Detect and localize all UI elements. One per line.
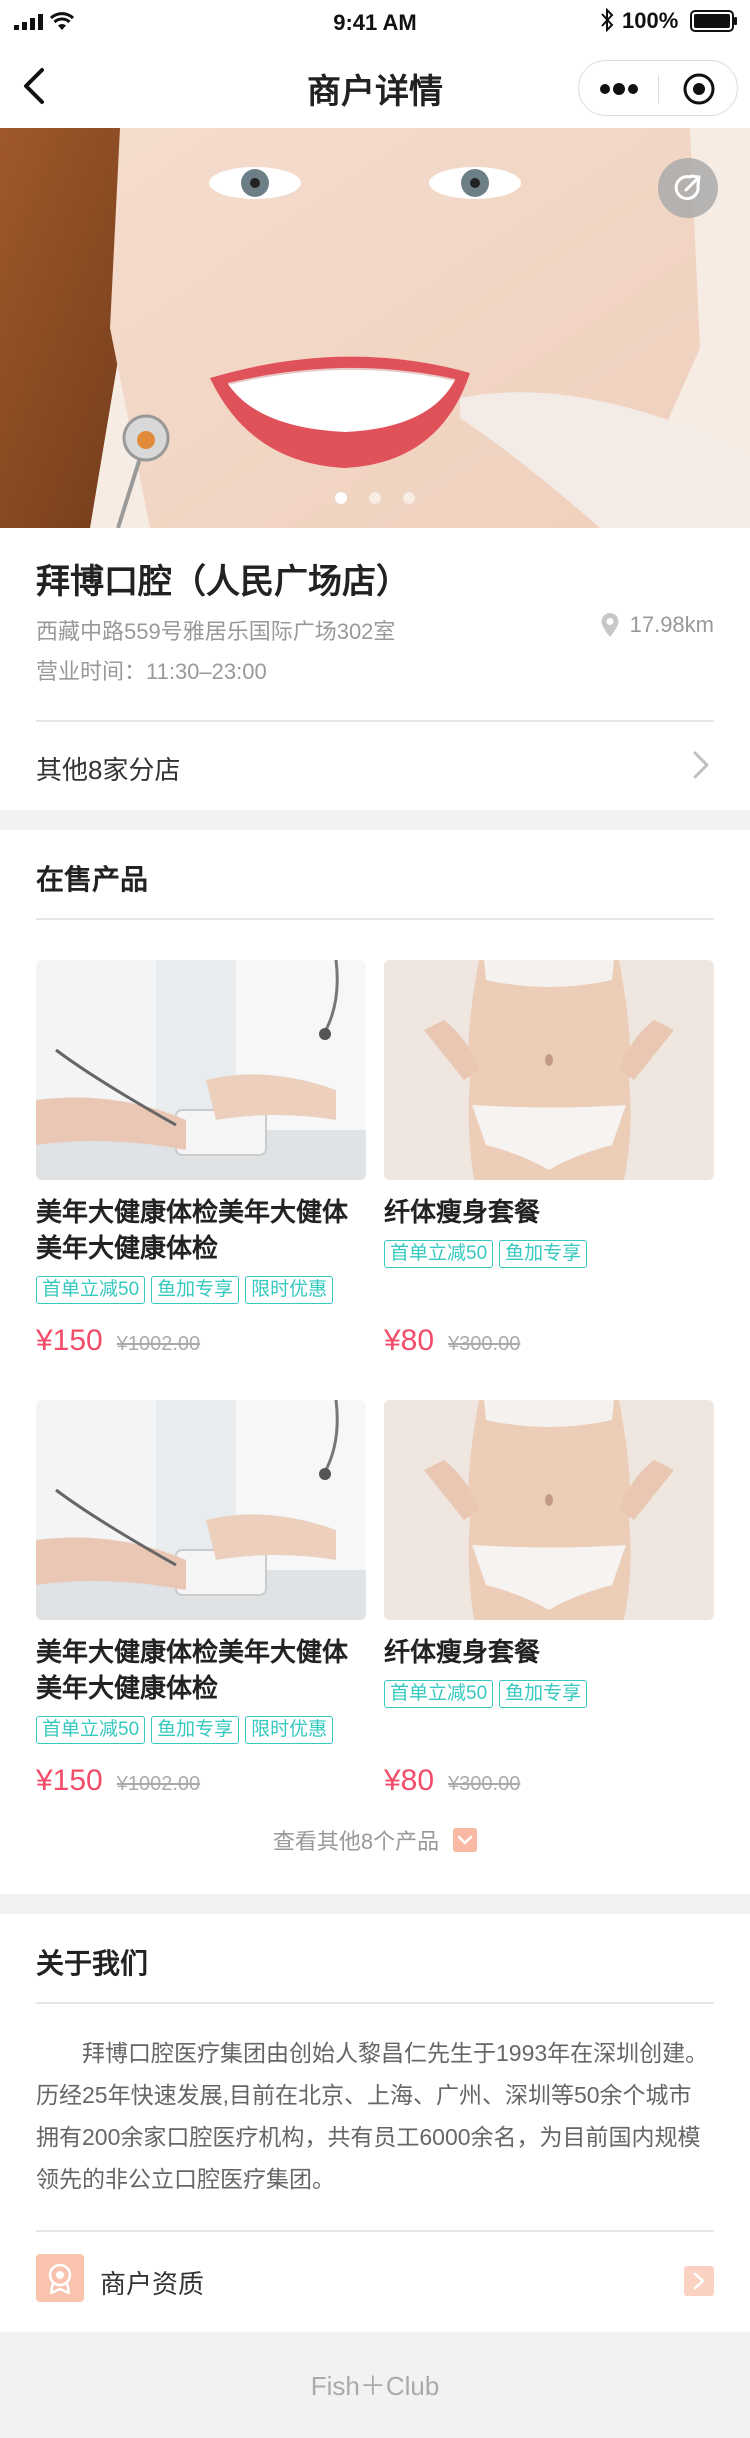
footer: Fish＋Club: [0, 2332, 750, 2438]
product-price: ¥150: [36, 1324, 103, 1357]
mini-program-capsule: [578, 60, 738, 116]
more-button[interactable]: [579, 61, 659, 117]
footer-brand: Fish＋Club: [310, 2371, 440, 2401]
price-row: ¥80 ¥300.00: [384, 1324, 520, 1358]
product-image: [384, 1400, 714, 1620]
share-icon: [674, 174, 701, 201]
hero-banner[interactable]: [0, 128, 750, 528]
location-pin-icon: [601, 613, 619, 637]
carousel-dot[interactable]: [335, 492, 347, 504]
product-price: ¥80: [384, 1324, 435, 1357]
product-tag: 鱼加专享: [151, 1716, 240, 1744]
original-price: ¥300.00: [448, 1773, 521, 1795]
slimming-image: [384, 1400, 714, 1620]
carousel-dot[interactable]: [403, 492, 415, 504]
distance-text: 17.98km: [629, 612, 714, 637]
checkup-image: [36, 960, 366, 1180]
merchant-qualification-row[interactable]: 商户资质: [0, 2232, 750, 2332]
other-branches-row[interactable]: 其他8家分店: [0, 722, 750, 810]
about-section-title: 关于我们: [36, 1948, 149, 1979]
product-tags: 首单立减50 鱼加专享 限时优惠: [36, 1276, 334, 1304]
merchant-qualification-label: 商户资质: [100, 2269, 205, 2299]
product-tag: 限时优惠: [245, 1276, 334, 1304]
store-name: 拜博口腔（人民广场店）: [36, 563, 410, 601]
product-price: ¥80: [384, 1764, 435, 1797]
product-tag: 鱼加专享: [499, 1240, 588, 1268]
share-button[interactable]: [658, 158, 718, 218]
product-title: 纤体瘦身套餐: [384, 1637, 541, 1667]
view-more-products-label: 查看其他8个产品: [272, 1829, 440, 1854]
carousel-dot[interactable]: [369, 492, 381, 504]
product-title: 纤体瘦身套餐: [384, 1197, 541, 1227]
chevron-down-icon: [453, 1828, 478, 1852]
product-card[interactable]: 美年大健康体检美年大健体美年大健康体检 首单立减50 鱼加专享 限时优惠 ¥15…: [36, 1400, 366, 1800]
battery-percent: 100%: [622, 8, 679, 33]
divider: [36, 918, 714, 920]
more-dots-icon: [600, 83, 638, 95]
carousel-indicator: [0, 492, 750, 504]
price-row: ¥150 ¥1002.00: [36, 1764, 200, 1798]
battery-icon: [690, 10, 737, 32]
slimming-image: [384, 960, 714, 1180]
price-row: ¥150 ¥1002.00: [36, 1324, 200, 1358]
price-row: ¥80 ¥300.00: [384, 1764, 520, 1798]
nav-bar: 商户详情: [0, 44, 750, 128]
product-image: [36, 1400, 366, 1620]
product-tags: 首单立减50 鱼加专享 限时优惠: [36, 1716, 334, 1744]
section-gap: [0, 1894, 750, 1914]
chevron-right-icon: [684, 2266, 714, 2296]
about-text: 拜博口腔医疗集团由创始人黎昌仁先生于1993年在深圳创建。历经25年快速发展,目…: [36, 2040, 709, 2192]
store-hours: 营业时间：11:30–23:00: [36, 659, 267, 684]
product-card[interactable]: 纤体瘦身套餐 首单立减50 鱼加专享 ¥80 ¥300.00: [384, 1400, 714, 1800]
product-card[interactable]: 纤体瘦身套餐 首单立减50 鱼加专享 ¥80 ¥300.00: [384, 960, 714, 1360]
bluetooth-icon: [601, 8, 614, 32]
certificate-icon: [36, 2254, 84, 2302]
product-title: 美年大健康体检美年大健体美年大健康体检: [36, 1197, 349, 1263]
close-button[interactable]: [659, 61, 739, 117]
hero-image: [0, 128, 750, 528]
product-tag: 鱼加专享: [499, 1680, 588, 1708]
products-section-title: 在售产品: [36, 864, 149, 895]
divider: [36, 2002, 714, 2004]
store-distance[interactable]: 17.98km: [600, 612, 714, 638]
target-close-icon: [683, 73, 715, 105]
product-tag: 首单立减50: [384, 1680, 494, 1708]
original-price: ¥300.00: [448, 1333, 521, 1355]
product-tag: 限时优惠: [245, 1716, 334, 1744]
store-address: 西藏中路559号雅居乐国际广场302室: [36, 619, 396, 644]
product-tag: 首单立减50: [36, 1276, 146, 1304]
product-image: [36, 960, 366, 1180]
product-tag: 鱼加专享: [151, 1276, 240, 1304]
product-title: 美年大健康体检美年大健体美年大健康体检: [36, 1637, 349, 1703]
other-branches-label: 其他8家分店: [36, 755, 181, 785]
chevron-right-icon: [693, 751, 709, 779]
view-more-products-button[interactable]: 查看其他8个产品: [0, 1824, 750, 1856]
product-image: [384, 960, 714, 1180]
checkup-image: [36, 1400, 366, 1620]
product-card[interactable]: 美年大健康体检美年大健体美年大健康体检 首单立减50 鱼加专享 限时优惠 ¥15…: [36, 960, 366, 1360]
product-tag: 首单立减50: [36, 1716, 146, 1744]
section-gap: [0, 810, 750, 830]
product-tag: 首单立减50: [384, 1240, 494, 1268]
original-price: ¥1002.00: [116, 1773, 201, 1795]
product-price: ¥150: [36, 1764, 103, 1797]
product-tags: 首单立减50 鱼加专享: [384, 1240, 588, 1268]
status-bar: 9:41 AM 100%: [0, 0, 750, 44]
original-price: ¥1002.00: [116, 1333, 201, 1355]
product-tags: 首单立减50 鱼加专享: [384, 1680, 588, 1708]
